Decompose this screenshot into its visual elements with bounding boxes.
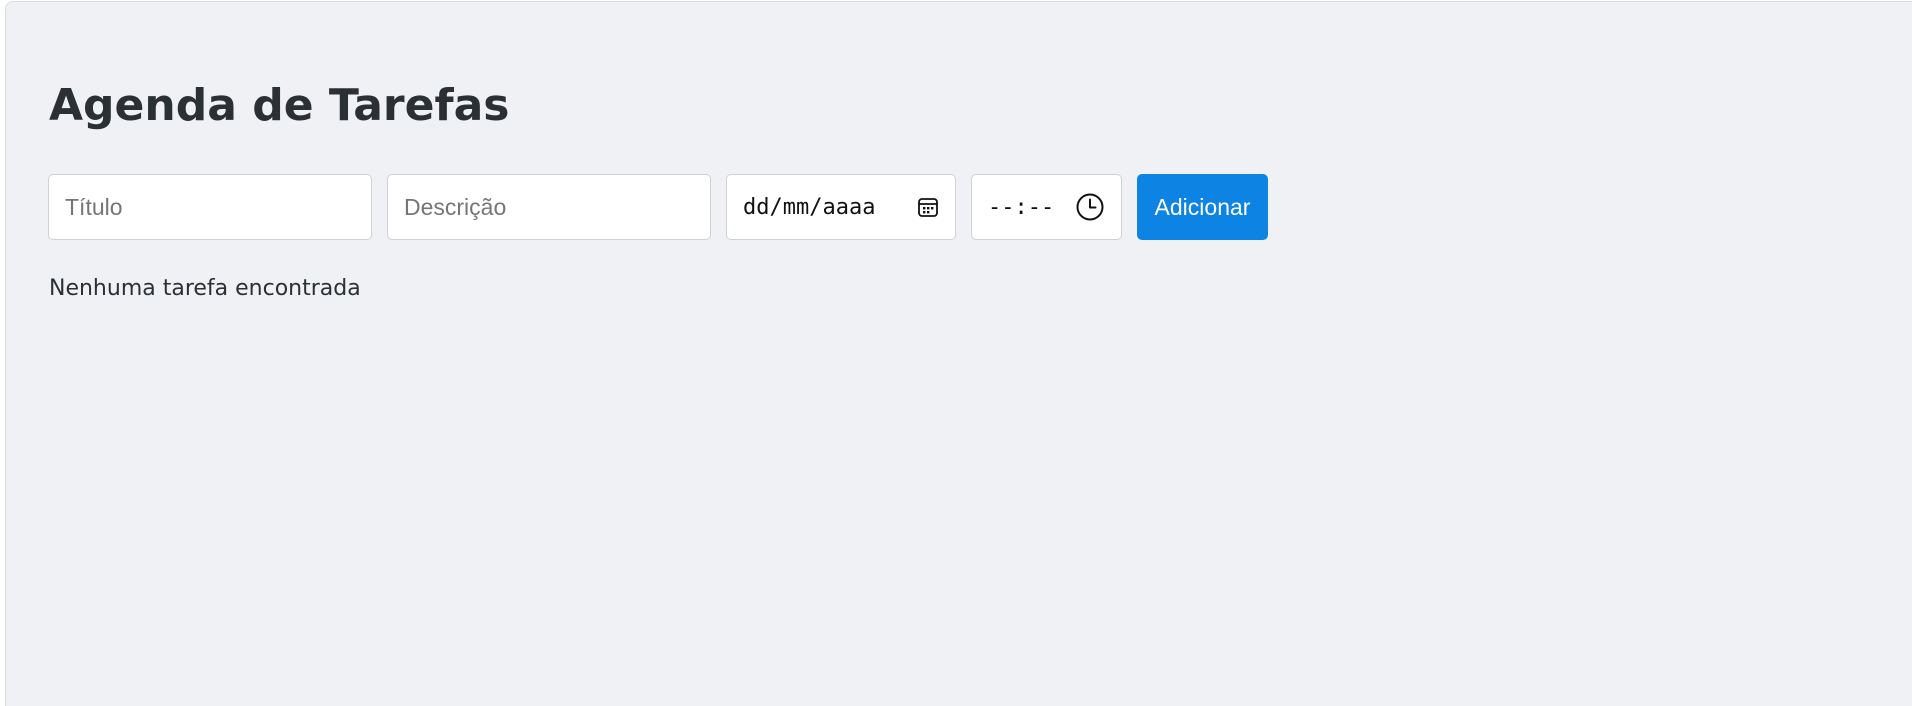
title-input[interactable] [48,174,372,240]
description-input[interactable] [387,174,711,240]
calendar-icon[interactable] [917,196,939,218]
clock-icon[interactable] [1075,192,1105,222]
date-input-value: dd/mm/aaaa [743,194,876,220]
time-input[interactable]: --:-- [971,174,1122,240]
page-title: Agenda de Tarefas [49,80,510,131]
add-task-button[interactable]: Adicionar [1137,174,1268,240]
app-container: Agenda de Tarefas dd/mm/aaaa --:-- [5,1,1912,706]
task-form: dd/mm/aaaa --:-- [48,174,1268,240]
date-input[interactable]: dd/mm/aaaa [726,174,956,240]
time-input-value: --:-- [988,194,1055,220]
empty-task-message: Nenhuma tarefa encontrada [49,276,361,301]
